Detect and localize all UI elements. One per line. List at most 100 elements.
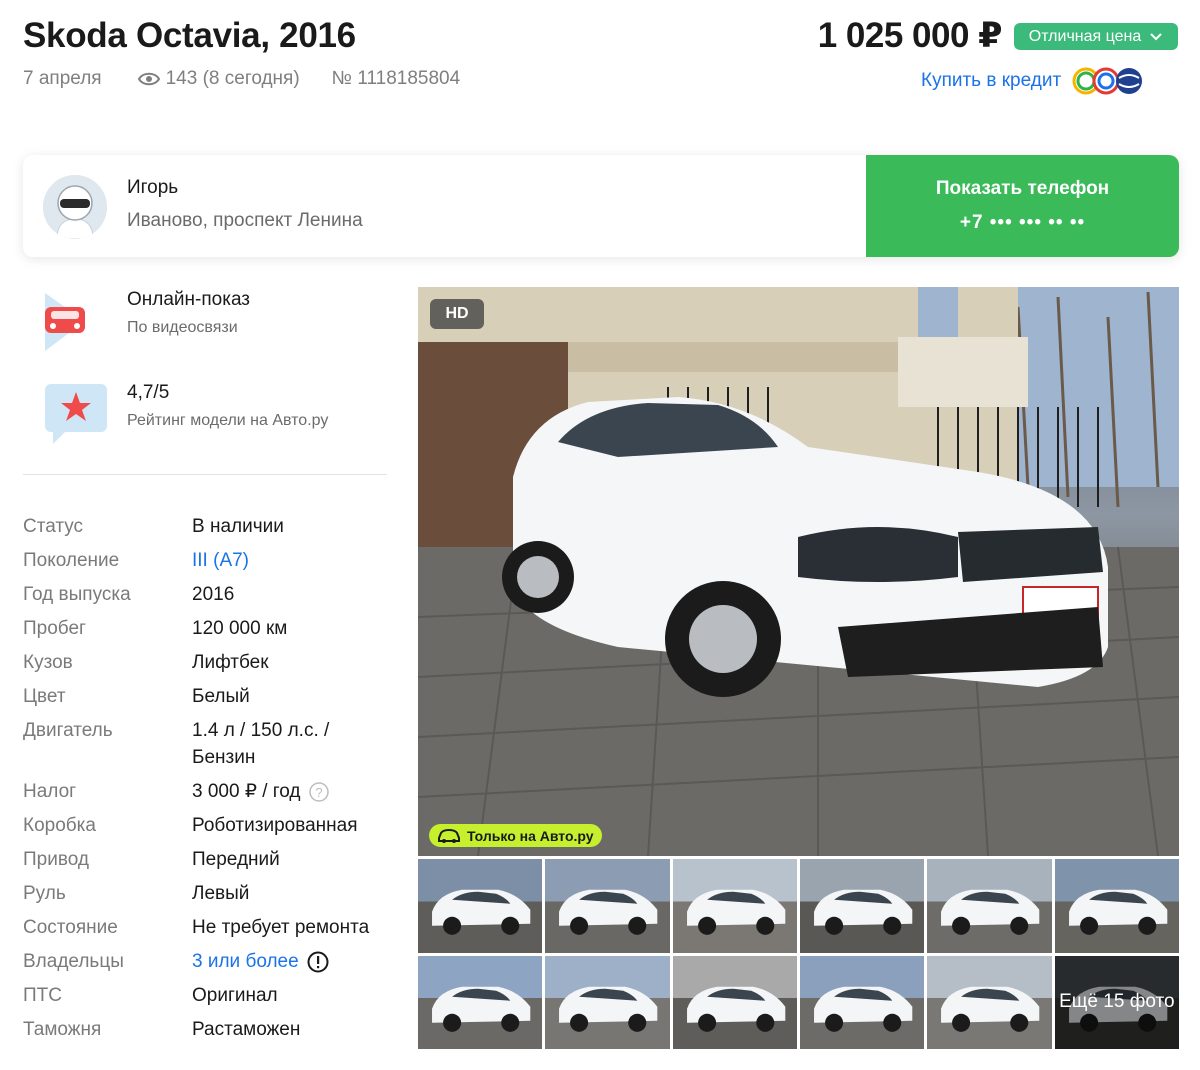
spec-key: Руль [23,883,66,904]
photo-thumbnail[interactable] [545,859,670,953]
generation-link[interactable]: III (A7) [192,547,249,574]
spec-row-customs: Таможня Растаможен [23,1016,393,1043]
spec-value: Не требует ремонта [192,917,370,938]
seller-name: Игорь [127,177,179,198]
car-thumbnail-image [686,889,785,935]
spec-key: Цвет [23,686,66,707]
spec-row-drive: Привод Передний [23,846,393,873]
car-thumbnail-image [1068,889,1167,935]
masked-phone: +7 ••• ••• •• •• [959,212,1086,233]
spec-key: Налог [23,781,77,802]
views-text: 143 (8 сегодня) [165,68,300,89]
spec-value: Левый [192,883,250,904]
price-badge-label: Отличная цена [1028,27,1142,45]
feature-subtitle: Рейтинг модели на Авто.ру [127,412,329,429]
car-photo [418,287,1179,856]
spec-row-color: Цвет Белый [23,683,393,710]
exclamation-info-icon[interactable] [307,951,329,973]
spec-value: Белый [192,686,250,707]
show-phone-button[interactable]: Показать телефон +7 ••• ••• •• •• [866,155,1179,257]
spec-key: Коробка [23,815,96,836]
car-thumbnail-image [941,889,1040,935]
car-thumbnail-image [432,889,531,935]
listing-title: Skoda Octavia, 2016 [23,16,356,55]
spec-row-engine: Двигатель 1.4 л / 150 л.с. / Бензин [23,717,393,771]
photo-thumbnail[interactable] [800,859,925,953]
photo-thumbnail[interactable] [800,955,925,1049]
listing-number: № 1118185804 [331,68,461,89]
main-photo[interactable]: HD Только на Авто.ру [418,287,1179,856]
price: 1 025 000 ₽ [817,16,1003,55]
only-badge-text: Только на Авто.ру [467,827,594,844]
svg-text:?: ? [315,785,322,800]
spec-value: 3 000 ₽ / год [192,781,301,802]
seller-location: Иваново, проспект Ленина [127,210,363,231]
feature-model-rating[interactable]: 4,7/5 Рейтинг модели на Авто.ру [23,382,328,448]
photo-thumbnail[interactable] [672,859,797,953]
credit-label: Купить в кредит [921,70,1062,91]
seller-card: Игорь Иваново, проспект Ленина Показать … [23,155,1179,257]
spec-value: Растаможен [192,1019,301,1040]
feature-online-show[interactable]: Онлайн-показ По видеосвязи [23,289,250,355]
car-thumbnail-image [814,889,913,935]
feature-subtitle: По видеосвязи [127,319,238,336]
photo-thumbnail[interactable] [927,955,1052,1049]
eye-icon [137,72,160,86]
car-thumbnail-image [814,986,913,1032]
photo-thumbnail[interactable]: Ещё 15 фото [1054,955,1179,1049]
chevron-down-icon [1150,32,1162,40]
spec-row-wheel: Руль Левый [23,880,393,907]
spec-row-generation: Поколение III (A7) [23,547,393,574]
question-help-icon[interactable]: ? [308,781,329,802]
spec-row-status: Статус В наличии [23,513,393,540]
spec-value: Передний [192,849,280,870]
listing-meta: 7 апреля 143 (8 сегодня) № 1118185804 [23,68,460,90]
photo-thumbnail[interactable] [418,859,543,953]
car-thumbnail-image [432,986,531,1032]
only-on-autoru-badge: Только на Авто.ру [429,824,602,847]
car-video-icon [23,289,109,355]
views-counter: 143 (8 сегодня) [137,68,300,90]
photo-thumbnail[interactable] [418,955,543,1049]
spec-value: В наличии [192,516,284,537]
spec-key: Двигатель [23,720,113,741]
spec-key: Статус [23,516,84,537]
feature-title: Онлайн-показ [127,289,251,310]
spec-value-wrap: 3 или более [192,948,329,975]
photo-thumbnail[interactable] [672,955,797,1049]
spec-value: Роботизированная [192,815,358,836]
spec-row-year: Год выпуска 2016 [23,581,393,608]
star-rating-icon [23,382,109,448]
spec-row-body: Кузов Лифтбек [23,649,393,676]
car-thumbnail-image [686,986,785,1032]
car-outline-icon [438,828,460,843]
bank-logos-icon [1072,67,1143,95]
photo-thumbnail[interactable] [1054,859,1179,953]
spec-value: Лифтбек [192,652,269,673]
spec-key: ПТС [23,985,62,1006]
spec-key: Год выпуска [23,584,131,605]
photo-thumbnail[interactable] [545,955,670,1049]
spec-row-tax: Налог 3 000 ₽ / год ? [23,778,393,805]
car-thumbnail-image [559,986,658,1032]
divider [23,474,387,475]
price-rating-badge[interactable]: Отличная цена [1014,23,1178,50]
spec-value: 2016 [192,584,235,605]
listing-date: 7 апреля [23,68,102,89]
spec-key: Таможня [23,1019,102,1040]
more-photos-label[interactable]: Ещё 15 фото [1054,955,1179,1049]
photo-thumbnail[interactable] [927,859,1052,953]
spec-key: Состояние [23,917,118,938]
spec-row-condition: Состояние Не требует ремонта [23,914,393,941]
photo-thumbnails: Ещё 15 фото [418,859,1179,1049]
spec-value-wrap: 3 000 ₽ / год ? [192,778,329,805]
car-thumbnail-image [941,986,1040,1032]
seller-avatar [43,175,107,239]
owners-link[interactable]: 3 или более [192,948,299,975]
spec-value: 1.4 л / 150 л.с. / Бензин [192,720,330,768]
spec-key: Пробег [23,618,86,639]
spec-key: Поколение [23,550,120,571]
buy-on-credit-link[interactable]: Купить в кредит [921,66,1147,96]
specs-table: Статус В наличии Поколение III (A7) Год … [23,513,393,1050]
spec-row-owners: Владельцы 3 или более [23,948,393,975]
